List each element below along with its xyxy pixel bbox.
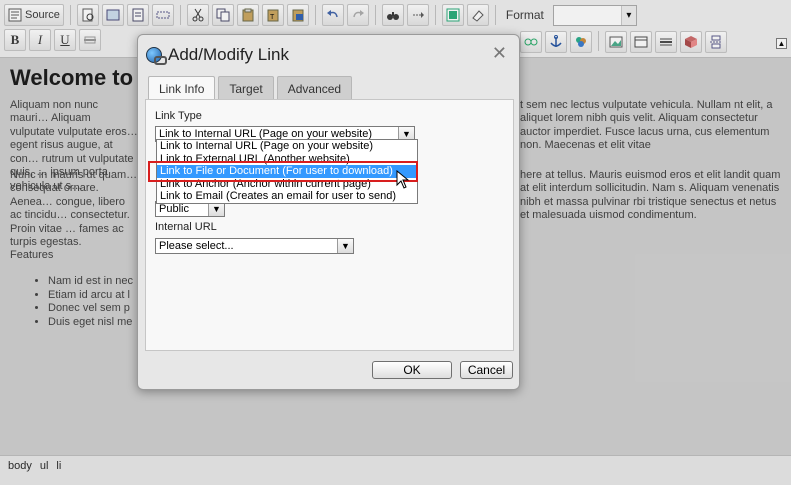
dropdown-option-anchor[interactable]: Link to Anchor (Anchor within current pa… bbox=[157, 178, 417, 191]
dialog-title-bar: Add/Modify Link bbox=[146, 43, 289, 67]
add-modify-link-dialog: Add/Modify Link ✕ Link Info Target Advan… bbox=[137, 34, 520, 390]
ok-button[interactable]: OK bbox=[372, 361, 452, 379]
dropdown-option-file-document[interactable]: Link to File or Document (For user to do… bbox=[157, 165, 417, 178]
tab-target[interactable]: Target bbox=[218, 76, 274, 100]
mouse-pointer-icon bbox=[396, 170, 410, 189]
internal-url-select[interactable]: Please select... ▼ bbox=[155, 238, 354, 254]
link-type-dropdown-list: Link to Internal URL (Page on your websi… bbox=[156, 139, 418, 204]
dialog-tabs: Link Info Target Advanced bbox=[148, 76, 353, 101]
dropdown-option-email[interactable]: Link to Email (Creates an email for user… bbox=[157, 190, 417, 203]
tab-advanced[interactable]: Advanced bbox=[276, 76, 353, 100]
tab-link-info[interactable]: Link Info bbox=[148, 76, 216, 101]
internal-url-value: Please select... bbox=[159, 240, 234, 252]
internal-url-label: Internal URL bbox=[155, 221, 217, 233]
link-info-panel: Link Type Link to Internal URL (Page on … bbox=[145, 99, 514, 351]
chevron-down-icon: ▼ bbox=[337, 239, 353, 253]
dropdown-option-internal-url[interactable]: Link to Internal URL (Page on your websi… bbox=[157, 140, 417, 153]
dropdown-option-external-url[interactable]: Link to External URL (Another website) bbox=[157, 153, 417, 166]
public-value: Public bbox=[159, 203, 189, 215]
link-type-label: Link Type bbox=[155, 110, 202, 122]
dialog-title: Add/Modify Link bbox=[168, 45, 289, 64]
chevron-down-icon: ▼ bbox=[208, 202, 224, 216]
cancel-button[interactable]: Cancel bbox=[460, 361, 513, 379]
globe-link-icon bbox=[146, 47, 167, 65]
close-icon[interactable]: ✕ bbox=[492, 43, 507, 64]
